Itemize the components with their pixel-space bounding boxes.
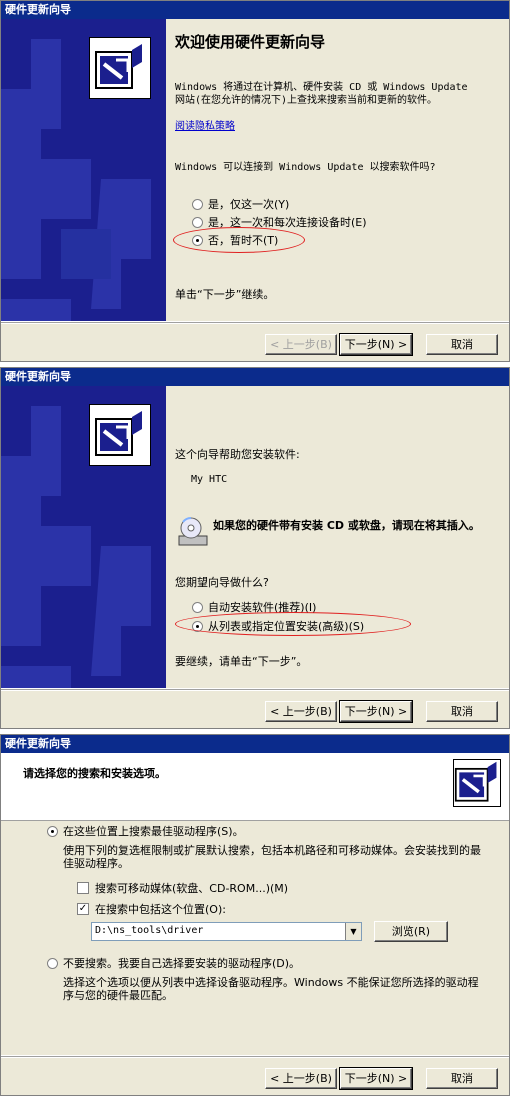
cancel-button[interactable]: 取消 <box>426 701 498 722</box>
button-bar: < 上一步(B) 下一步(N) > 取消 <box>1 321 509 361</box>
hardware-wizard-icon <box>89 404 151 466</box>
cancel-button[interactable]: 取消 <box>426 334 498 355</box>
search-description: 使用下列的复选框限制或扩展默认搜索，包括本机路径和可移动媒体。会安装找到的最佳驱… <box>63 844 481 870</box>
checkbox-removable-media-label: 搜索可移动媒体(软盘、CD-ROM...)(M) <box>95 882 289 895</box>
no-search-description: 选择这个选项以便从列表中选择设备驱动程序。Windows 不能保证您所选择的驱动… <box>63 976 479 1002</box>
radio-no-search-label: 不要搜索。我要自己选择要安装的驱动程序(D)。 <box>63 957 301 970</box>
radio-auto-install[interactable] <box>192 602 203 613</box>
title-bar: 硬件更新向导 <box>1 1 509 19</box>
button-bar: < 上一步(B) 下一步(N) > 取消 <box>1 688 509 728</box>
content-area: 这个向导帮助您安装软件: My HTC 如果您的硬件带有安装 CD 或软盘，请现… <box>167 386 509 688</box>
back-button[interactable]: < 上一步(B) <box>265 334 337 355</box>
title-bar: 硬件更新向导 <box>1 368 509 386</box>
radio-no-search[interactable] <box>47 958 58 969</box>
combo-arrow-icon[interactable]: ▼ <box>345 923 361 940</box>
radio-yes-once-label: 是，仅这一次(Y) <box>208 198 290 211</box>
browse-button[interactable]: 浏览(R) <box>374 921 448 942</box>
button-bar: < 上一步(B) 下一步(N) > 取消 <box>1 1055 509 1095</box>
question-text: Windows 可以连接到 Windows Update 以搜索软件吗? <box>175 162 436 173</box>
footer-text: 单击“下一步”继续。 <box>175 288 275 301</box>
intro-text: Windows 将通过在计算机、硬件安装 CD 或 Windows Update… <box>175 82 468 106</box>
intro-text: 这个向导帮助您安装软件: <box>175 448 300 461</box>
device-name: My HTC <box>191 474 228 485</box>
checkbox-removable-media[interactable] <box>77 882 89 894</box>
checkbox-include-location-label: 在搜索中包括这个位置(O): <box>95 903 226 916</box>
wizard-header: 请选择您的搜索和安装选项。 <box>1 753 509 821</box>
hardware-wizard-icon <box>453 759 501 807</box>
radio-search-locations[interactable] <box>47 826 58 837</box>
next-button[interactable]: 下一步(N) > <box>339 333 413 356</box>
path-value: D:\ns_tools\driver <box>95 925 204 936</box>
cd-prompt-text: 如果您的硬件带有安装 CD 或软盘，请现在将其插入。 <box>213 519 480 532</box>
back-button[interactable]: < 上一步(B) <box>265 701 337 722</box>
wizard-panel-1: 硬件更新向导 欢迎使用硬件更新向导 Windows 将通过在计算机、硬件安装 C… <box>0 0 510 362</box>
wizard-sidebar <box>1 19 166 321</box>
footer-text: 要继续，请单击“下一步”。 <box>175 655 308 668</box>
cd-drive-icon <box>177 516 209 548</box>
back-button[interactable]: < 上一步(B) <box>265 1068 337 1089</box>
question-text: 您期望向导做什么? <box>175 576 269 589</box>
wizard-panel-2: 硬件更新向导 这个向导帮助您安装软件: My HTC 如果您的硬件带有安装 CD… <box>0 367 510 729</box>
radio-search-locations-label: 在这些位置上搜索最佳驱动程序(S)。 <box>63 825 244 838</box>
page-heading: 欢迎使用硬件更新向导 <box>175 33 326 51</box>
wizard-panel-3: 硬件更新向导 请选择您的搜索和安装选项。 在这些位置上搜索最佳驱动程序(S)。 … <box>0 734 510 1096</box>
privacy-link[interactable]: 阅读隐私策略 <box>175 120 235 133</box>
content-area: 欢迎使用硬件更新向导 Windows 将通过在计算机、硬件安装 CD 或 Win… <box>167 19 509 321</box>
wizard-sidebar <box>1 386 166 688</box>
hardware-wizard-icon <box>89 37 151 99</box>
page-heading: 请选择您的搜索和安装选项。 <box>23 767 166 780</box>
checkbox-include-location[interactable]: ✓ <box>77 903 89 915</box>
next-button[interactable]: 下一步(N) > <box>339 700 413 723</box>
highlight-ring <box>173 227 305 253</box>
radio-yes-once[interactable] <box>192 199 203 210</box>
cancel-button[interactable]: 取消 <box>426 1068 498 1089</box>
title-bar: 硬件更新向导 <box>1 735 509 753</box>
highlight-ring <box>175 612 411 636</box>
path-combobox[interactable]: D:\ns_tools\driver ▼ <box>91 922 362 941</box>
next-button[interactable]: 下一步(N) > <box>339 1067 413 1090</box>
radio-yes-always[interactable] <box>192 217 203 228</box>
